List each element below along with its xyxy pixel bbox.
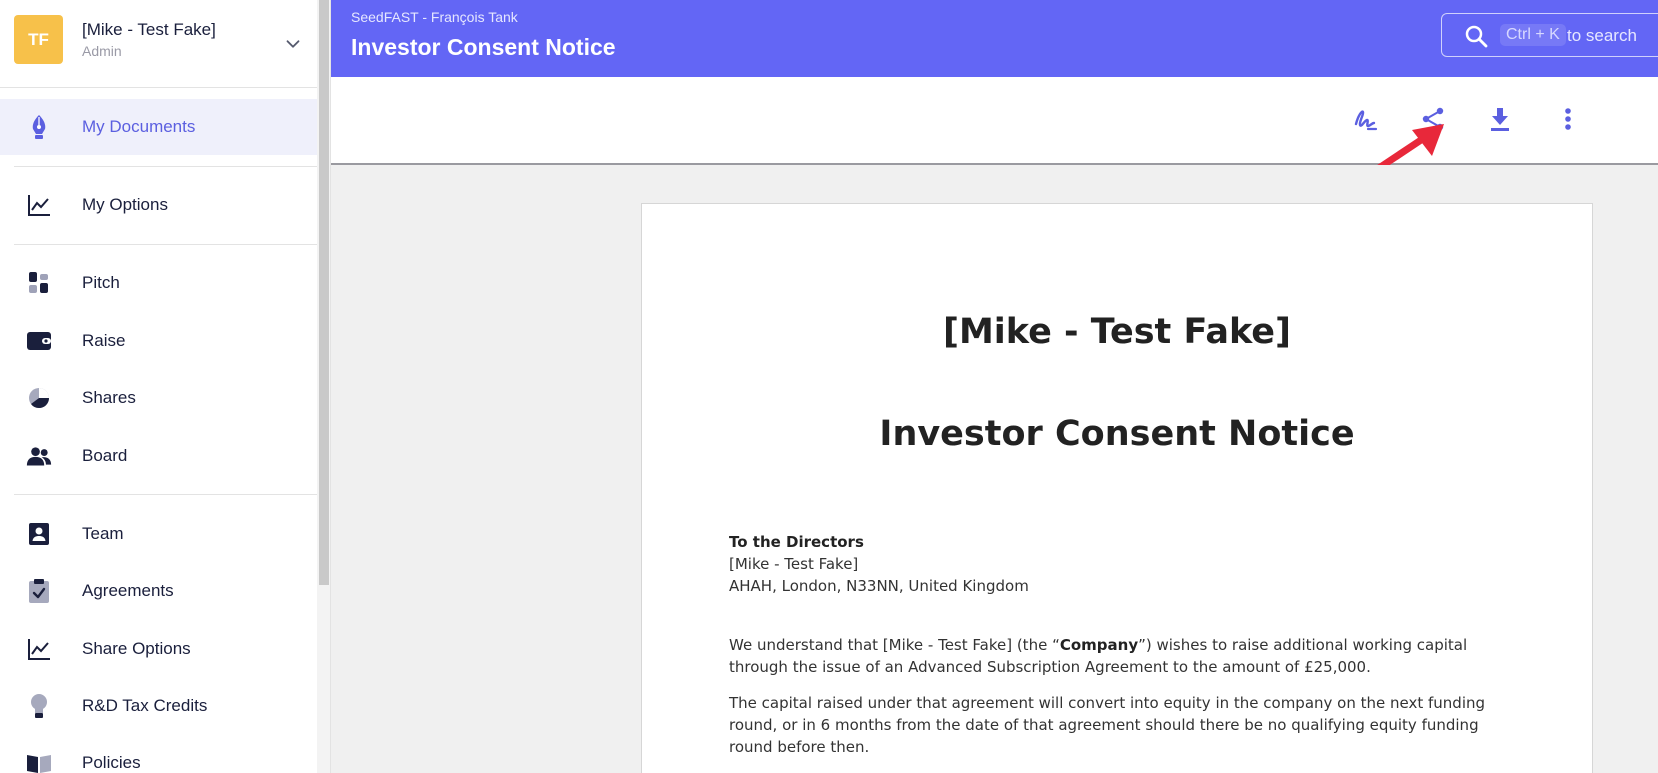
sidebar-item-label: Team xyxy=(82,524,124,543)
wallet-icon xyxy=(26,328,52,354)
addressee: To the Directors xyxy=(729,533,864,551)
sidebar-item-label: Raise xyxy=(82,331,126,350)
sidebar-item-shares[interactable]: Shares xyxy=(0,370,317,426)
divider xyxy=(14,244,317,245)
avatar: TF xyxy=(14,15,63,64)
addressee-address: AHAH, London, N33NN, United Kingdom xyxy=(729,577,1029,595)
addressee-company: [Mike - Test Fake] xyxy=(729,555,859,573)
document-company-heading: [Mike - Test Fake] xyxy=(942,312,1292,352)
clipboard-check-icon xyxy=(26,578,52,604)
page-header: SeedFAST - François Tank Investor Consen… xyxy=(331,0,1658,77)
search-shortcut: Ctrl + K xyxy=(1500,24,1566,46)
sidebar-item-label: Agreements xyxy=(82,581,174,600)
book-icon xyxy=(26,750,52,773)
sidebar-item-raise[interactable]: Raise xyxy=(0,313,317,369)
sidebar-item-pitch[interactable]: Pitch xyxy=(0,255,317,311)
paragraph-text: We understand that [Mike - Test Fake] (t… xyxy=(729,636,1060,654)
sidebar-item-board[interactable]: Board xyxy=(0,428,317,484)
document-title: Investor Consent Notice xyxy=(879,414,1355,454)
divider xyxy=(14,494,317,495)
chart-line-icon xyxy=(26,192,52,218)
search-hint: to search xyxy=(1567,26,1637,45)
document-viewer[interactable]: [Mike - Test Fake] Investor Consent Noti… xyxy=(331,165,1658,773)
share-icon xyxy=(1422,107,1444,131)
sidebar-item-rd-tax-credits[interactable]: R&D Tax Credits xyxy=(0,678,317,734)
account-name: [Mike - Test Fake] xyxy=(82,20,216,39)
sign-icon xyxy=(1354,110,1378,131)
defined-term: Company xyxy=(1059,636,1139,654)
search-button[interactable]: Ctrl + K to search xyxy=(1441,13,1658,57)
sidebar-item-label: Shares xyxy=(82,388,136,407)
account-role: Admin xyxy=(82,43,122,59)
search-icon xyxy=(1465,25,1488,48)
id-badge-icon xyxy=(26,521,52,547)
share-button[interactable] xyxy=(1417,103,1449,135)
document-page: [Mike - Test Fake] Investor Consent Noti… xyxy=(641,203,1593,773)
more-vertical-icon xyxy=(1565,108,1571,130)
download-icon xyxy=(1491,108,1509,131)
layout-blocks-icon xyxy=(26,270,52,296)
document-toolbar xyxy=(331,77,1658,165)
sidebar-item-my-documents[interactable]: My Documents xyxy=(0,99,317,155)
sidebar-item-agreements[interactable]: Agreements xyxy=(0,563,317,619)
sidebar-item-policies[interactable]: Policies xyxy=(0,735,317,773)
sidebar-item-label: Policies xyxy=(82,753,141,772)
sidebar-item-share-options[interactable]: Share Options xyxy=(0,621,317,677)
sidebar-item-label: R&D Tax Credits xyxy=(82,696,208,715)
sidebar-item-label: Pitch xyxy=(82,273,120,292)
document-paragraph: We understand that [Mike - Test Fake] (t… xyxy=(729,634,1509,678)
sidebar-item-my-options[interactable]: My Options xyxy=(0,177,317,233)
chevron-down-icon[interactable] xyxy=(282,33,304,55)
document-addressee-block: To the Directors [Mike - Test Fake] AHAH… xyxy=(729,531,1029,597)
sidebar-item-label: Board xyxy=(82,446,128,465)
sidebar-item-label: Share Options xyxy=(82,639,191,658)
sidebar-scroll-area: TF [Mike - Test Fake] Admin My Documents xyxy=(0,0,317,773)
sign-button[interactable] xyxy=(1350,103,1382,135)
sidebar: TF [Mike - Test Fake] Admin My Documents xyxy=(0,0,331,773)
breadcrumb[interactable]: SeedFAST - François Tank xyxy=(351,9,518,25)
account-switcher[interactable]: TF [Mike - Test Fake] Admin xyxy=(0,0,317,88)
sidebar-item-team[interactable]: Team xyxy=(0,506,317,562)
sidebar-item-label: My Documents xyxy=(82,117,196,136)
divider xyxy=(14,166,317,167)
download-button[interactable] xyxy=(1484,103,1516,135)
sidebar-scrollbar[interactable] xyxy=(317,0,330,773)
chart-line-icon xyxy=(26,636,52,662)
pie-chart-icon xyxy=(26,385,52,411)
page-title: Investor Consent Notice xyxy=(351,34,616,60)
sidebar-item-label: My Options xyxy=(82,195,168,214)
pen-nib-icon xyxy=(26,114,52,140)
sidebar-scrollbar-thumb[interactable] xyxy=(319,0,329,585)
lightbulb-icon xyxy=(26,693,52,719)
document-paragraph: The capital raised under that agreement … xyxy=(729,694,1486,756)
people-icon xyxy=(26,443,52,469)
more-options-button[interactable] xyxy=(1552,103,1584,135)
